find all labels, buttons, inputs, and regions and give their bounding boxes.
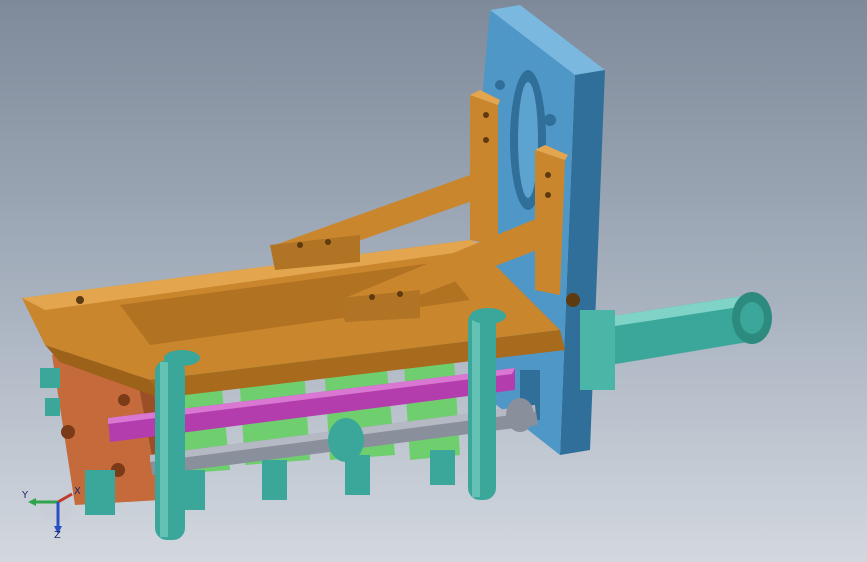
coordinate-triad: Y X Z [18,484,88,544]
cad-3d-viewport[interactable]: Y X Z [0,0,867,562]
teal-cylinder[interactable] [580,292,772,390]
y-axis-label: Y [22,490,29,501]
assembly-model[interactable] [0,0,867,562]
orange-bracket-frame[interactable] [22,90,580,398]
x-axis-label: X [74,486,81,497]
z-axis-label: Z [54,530,61,541]
